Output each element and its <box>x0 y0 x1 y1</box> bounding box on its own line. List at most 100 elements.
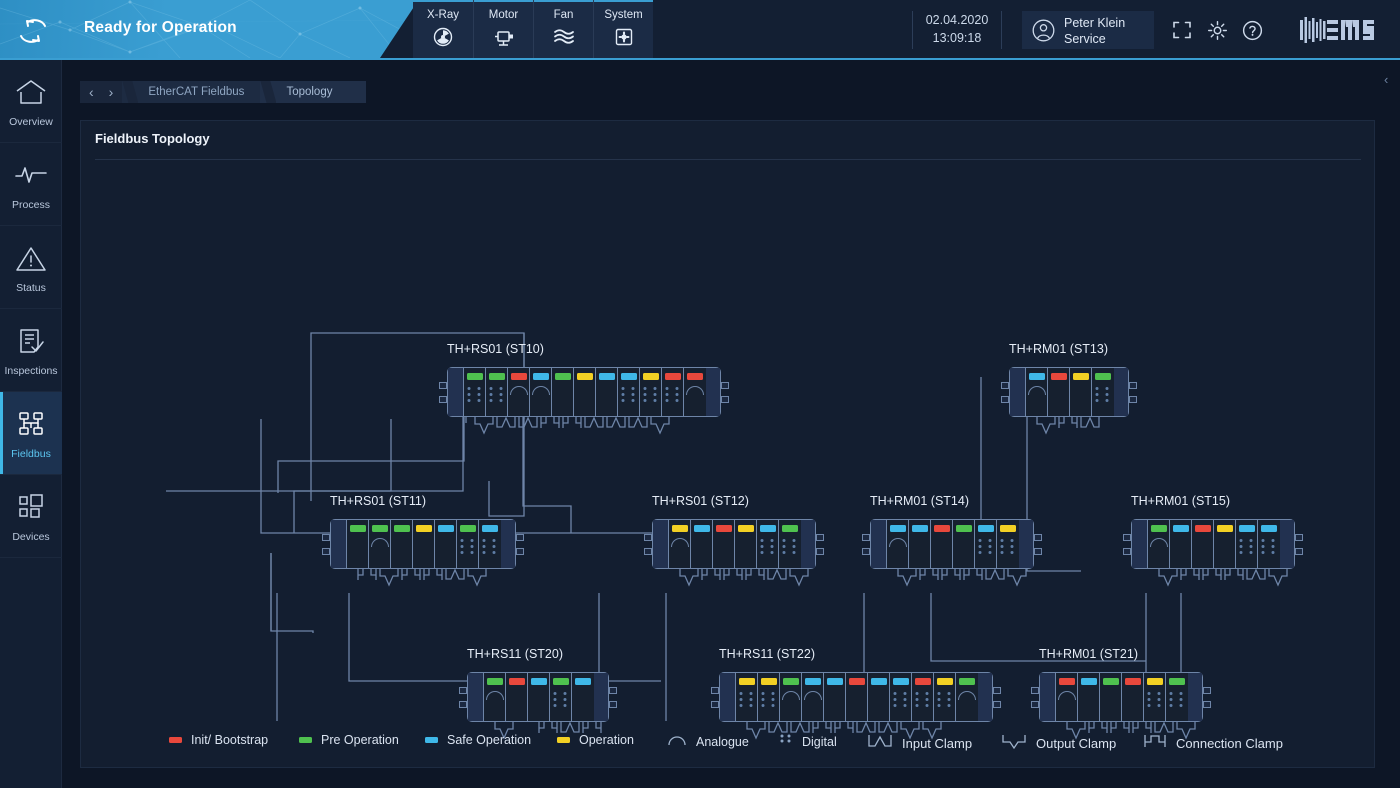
rack-module[interactable] <box>802 673 824 721</box>
module-status-led <box>350 525 366 532</box>
sidebar-item-devices[interactable]: Devices <box>0 475 62 558</box>
rack-module[interactable] <box>1026 368 1048 416</box>
rack-module[interactable] <box>530 368 552 416</box>
rack-module[interactable] <box>1148 520 1170 568</box>
rack-module[interactable] <box>1092 368 1114 416</box>
rack-module[interactable] <box>1192 520 1214 568</box>
node-label: TH+RS01 (ST11) <box>330 494 426 508</box>
rack-module[interactable] <box>347 520 369 568</box>
rack-module[interactable] <box>435 520 457 568</box>
module-status-led <box>665 373 681 380</box>
rack-end-cap-right <box>499 520 515 568</box>
analogue-icon <box>532 386 550 395</box>
breadcrumb-segment-fieldbus[interactable]: EtherCAT Fieldbus <box>122 81 260 103</box>
rack-module[interactable] <box>572 673 594 721</box>
rack-module[interactable] <box>931 520 953 568</box>
radiation-icon <box>413 27 473 52</box>
network-icon <box>0 411 62 442</box>
rack-end-cap-right <box>1017 520 1033 568</box>
rack-module[interactable] <box>779 520 801 568</box>
rack-module[interactable] <box>713 520 735 568</box>
rack-module[interactable] <box>550 673 572 721</box>
sidebar-item-inspections[interactable]: Inspections <box>0 309 62 392</box>
rack-module[interactable] <box>1078 673 1100 721</box>
rack-module[interactable] <box>464 368 486 416</box>
rack-module[interactable] <box>887 520 909 568</box>
rack-module[interactable] <box>486 368 508 416</box>
rack-module[interactable] <box>757 520 779 568</box>
rack-module[interactable] <box>1258 520 1280 568</box>
rack-module[interactable] <box>662 368 684 416</box>
user-account-button[interactable]: Peter Klein Service <box>1022 11 1154 49</box>
rack-module[interactable] <box>1048 368 1070 416</box>
sidebar-item-overview[interactable]: Overview <box>0 60 62 143</box>
rack-module[interactable] <box>956 673 978 721</box>
rack-module[interactable] <box>574 368 596 416</box>
rack-module[interactable] <box>1100 673 1122 721</box>
rack-module[interactable] <box>1166 673 1188 721</box>
rack-module[interactable] <box>975 520 997 568</box>
rack-module[interactable] <box>684 368 706 416</box>
rack-module[interactable] <box>528 673 550 721</box>
help-icon[interactable] <box>1242 20 1263 46</box>
module-status-led <box>1239 525 1255 532</box>
rack-bus-connector <box>1295 548 1303 555</box>
rack-module[interactable] <box>912 673 934 721</box>
rack-end-cap-left <box>1010 368 1026 416</box>
rack-module[interactable] <box>506 673 528 721</box>
rack-module[interactable] <box>596 368 618 416</box>
rack-module[interactable] <box>369 520 391 568</box>
sidebar-item-status[interactable]: Status <box>0 226 62 309</box>
rack-module[interactable] <box>552 368 574 416</box>
rack-module[interactable] <box>391 520 413 568</box>
rack-module[interactable] <box>484 673 506 721</box>
legend-swatch <box>299 737 312 743</box>
rack-module[interactable] <box>691 520 713 568</box>
chevron-left-icon[interactable]: ‹ <box>89 85 94 99</box>
rack-module[interactable] <box>824 673 846 721</box>
sidebar-item-process[interactable]: Process <box>0 143 62 226</box>
rack-end-cap-right <box>1186 673 1202 721</box>
rack-module[interactable] <box>997 520 1019 568</box>
rack-module[interactable] <box>669 520 691 568</box>
digital-icon <box>1262 539 1277 555</box>
rack-module[interactable] <box>1070 368 1092 416</box>
tab-motor[interactable]: Motor <box>473 0 533 58</box>
tab-fan[interactable]: Fan <box>533 0 593 58</box>
clamp-conn <box>424 568 442 580</box>
sidebar-item-fieldbus[interactable]: Fieldbus <box>0 392 62 475</box>
rack-module[interactable] <box>846 673 868 721</box>
rack-module[interactable] <box>640 368 662 416</box>
chevron-right-icon[interactable]: › <box>109 85 114 99</box>
rack-module[interactable] <box>868 673 890 721</box>
rack-module[interactable] <box>413 520 435 568</box>
rack-module[interactable] <box>953 520 975 568</box>
rack-module[interactable] <box>1236 520 1258 568</box>
rack-module[interactable] <box>1214 520 1236 568</box>
rack-module[interactable] <box>736 673 758 721</box>
rack-module[interactable] <box>934 673 956 721</box>
breadcrumb-segment-topology[interactable]: Topology <box>260 81 366 103</box>
tab-system[interactable]: System <box>593 0 653 58</box>
fullscreen-icon[interactable] <box>1172 20 1192 45</box>
rack-module[interactable] <box>780 673 802 721</box>
rack-module[interactable] <box>758 673 780 721</box>
rack-module[interactable] <box>909 520 931 568</box>
rack-module[interactable] <box>1144 673 1166 721</box>
rack-module[interactable] <box>890 673 912 721</box>
rack-module[interactable] <box>1170 520 1192 568</box>
digital-icon <box>1001 539 1016 555</box>
settings-gear-icon[interactable] <box>1207 20 1228 46</box>
tab-x-ray[interactable]: X-Ray <box>413 0 473 58</box>
rack-end-cap-right <box>799 520 815 568</box>
rack-module[interactable] <box>735 520 757 568</box>
rack-module[interactable] <box>508 368 530 416</box>
rack-module[interactable] <box>618 368 640 416</box>
rack-module[interactable] <box>1122 673 1144 721</box>
rack-module[interactable] <box>1056 673 1078 721</box>
legend-item-connection-clamp: Connection Clamp <box>1143 733 1283 754</box>
panel-collapse-chevron-icon[interactable]: ‹ <box>1384 72 1388 87</box>
devices-icon <box>0 494 62 525</box>
rack-module[interactable] <box>479 520 501 568</box>
rack-module[interactable] <box>457 520 479 568</box>
